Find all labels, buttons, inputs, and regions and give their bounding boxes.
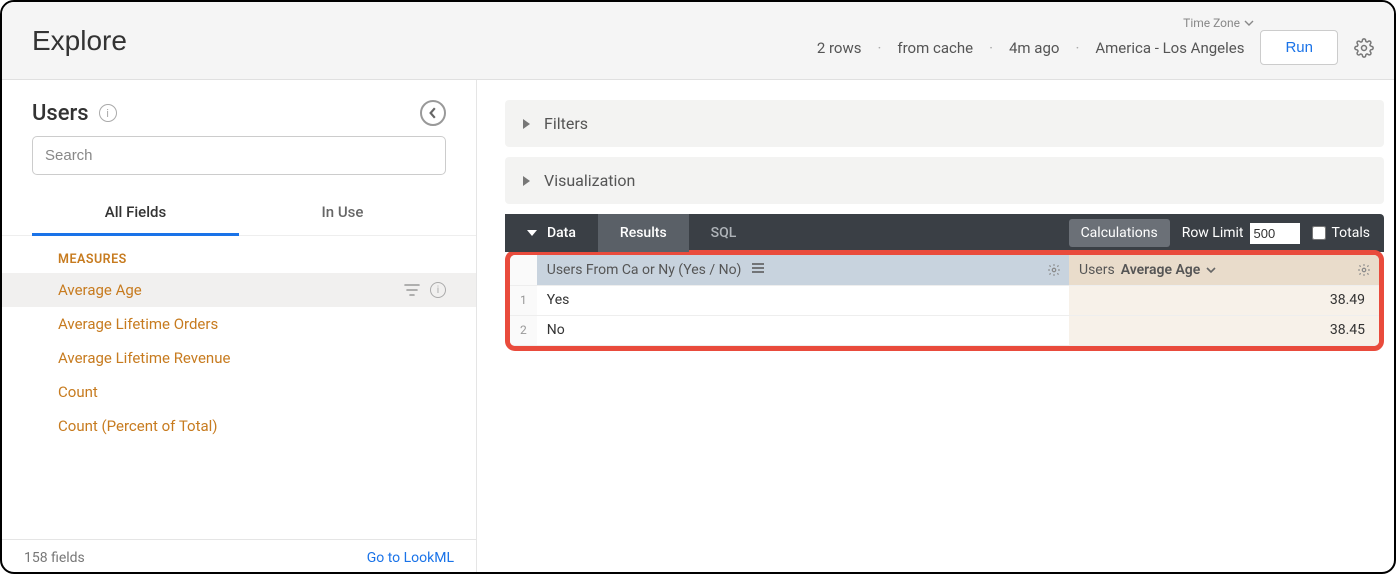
- status-tz: America - Los Angeles: [1095, 39, 1244, 57]
- status-rows: 2 rows: [817, 39, 862, 57]
- measure-prefix: Users: [1079, 262, 1115, 278]
- info-icon[interactable]: i: [99, 104, 117, 122]
- measure-label: Count: [58, 383, 98, 401]
- timezone-selector[interactable]: Time Zone: [1183, 16, 1254, 30]
- tab-all-fields[interactable]: All Fields: [32, 189, 239, 235]
- measures-heading: MEASURES: [2, 236, 476, 273]
- measure-name: Average Age: [1121, 262, 1201, 278]
- measure-label: Average Age: [58, 281, 142, 299]
- sql-tab-label: SQL: [711, 225, 737, 241]
- main-panel: Filters Visualization Data Results: [477, 80, 1394, 574]
- row-limit-label: Row Limit: [1182, 225, 1244, 241]
- query-status: 2 rows · from cache · 4m ago · America -…: [817, 39, 1245, 57]
- page-title: Explore: [32, 25, 127, 57]
- visualization-section[interactable]: Visualization: [505, 157, 1384, 204]
- filters-label: Filters: [544, 114, 588, 133]
- row-limit-input[interactable]: [1250, 223, 1300, 244]
- gear-icon: [1357, 263, 1371, 277]
- go-to-lookml-link[interactable]: Go to LookML: [367, 550, 454, 566]
- dimension-column-label: Users From Ca or Ny (Yes / No): [547, 262, 742, 278]
- totals-label: Totals: [1332, 225, 1371, 241]
- measure-label: Count (Percent of Total): [58, 417, 218, 435]
- settings-button[interactable]: [1354, 38, 1374, 58]
- timezone-label: Time Zone: [1183, 16, 1240, 30]
- data-tab-label: Data: [547, 225, 576, 241]
- run-button[interactable]: Run: [1260, 30, 1338, 65]
- cell-measure[interactable]: 38.45: [1069, 315, 1379, 345]
- chevron-left-icon: [427, 107, 439, 119]
- row-number: 1: [510, 285, 537, 315]
- data-tab[interactable]: Data: [505, 214, 598, 252]
- caret-right-icon: [523, 119, 530, 129]
- info-icon[interactable]: i: [430, 282, 446, 298]
- measure-average-age[interactable]: Average Age i: [2, 273, 476, 307]
- measure-label: Average Lifetime Orders: [58, 315, 218, 333]
- status-cache: from cache: [897, 39, 973, 57]
- column-header-dimension[interactable]: Users From Ca or Ny (Yes / No): [537, 255, 1069, 285]
- pivot-icon[interactable]: [751, 262, 765, 278]
- column-menu-button[interactable]: [1357, 263, 1371, 277]
- results-tab-label: Results: [620, 225, 667, 241]
- collapse-sidebar-button[interactable]: [420, 100, 446, 126]
- data-section-bar: Data Results SQL Calculations Row Limit: [505, 214, 1384, 252]
- results-highlight-box: Users From Ca or Ny (Yes / No): [505, 250, 1384, 351]
- caret-right-icon: [523, 176, 530, 186]
- row-number: 2: [510, 315, 537, 345]
- column-header-measure[interactable]: Users Average Age: [1069, 255, 1379, 285]
- filter-icon[interactable]: [404, 283, 420, 297]
- gear-icon: [1047, 263, 1061, 277]
- measure-count-percent-total[interactable]: Count (Percent of Total): [2, 409, 476, 443]
- rownum-header: [510, 255, 537, 285]
- table-row[interactable]: 1 Yes 38.49: [510, 285, 1379, 315]
- results-table: Users From Ca or Ny (Yes / No): [510, 255, 1379, 346]
- column-menu-button[interactable]: [1047, 263, 1061, 277]
- cell-dimension[interactable]: Yes: [537, 285, 1069, 315]
- measure-average-lifetime-revenue[interactable]: Average Lifetime Revenue: [2, 341, 476, 375]
- cell-measure[interactable]: 38.49: [1069, 285, 1379, 315]
- filters-section[interactable]: Filters: [505, 100, 1384, 147]
- gear-icon: [1354, 38, 1374, 58]
- totals-checkbox[interactable]: [1312, 226, 1326, 240]
- search-input[interactable]: [32, 136, 446, 175]
- caret-down-icon: [527, 230, 537, 236]
- visualization-label: Visualization: [544, 171, 635, 190]
- measure-average-lifetime-orders[interactable]: Average Lifetime Orders: [2, 307, 476, 341]
- chevron-down-icon: [1244, 18, 1254, 28]
- cell-dimension[interactable]: No: [537, 315, 1069, 345]
- field-count: 158 fields: [24, 550, 85, 566]
- table-row[interactable]: 2 No 38.45: [510, 315, 1379, 345]
- status-age: 4m ago: [1009, 39, 1059, 57]
- field-picker-sidebar: Users i All Fields In Use MEASURES Avera…: [2, 80, 477, 574]
- explore-name: Users: [32, 101, 89, 126]
- sql-tab[interactable]: SQL: [689, 214, 759, 252]
- results-tab[interactable]: Results: [598, 214, 689, 252]
- totals-toggle[interactable]: Totals: [1312, 225, 1371, 241]
- tab-in-use[interactable]: In Use: [239, 189, 446, 235]
- measure-label: Average Lifetime Revenue: [58, 349, 230, 367]
- measure-count[interactable]: Count: [2, 375, 476, 409]
- header-bar: Explore Time Zone 2 rows · from cache · …: [2, 2, 1394, 80]
- sort-desc-icon: [1206, 265, 1216, 275]
- calculations-button[interactable]: Calculations: [1069, 219, 1170, 247]
